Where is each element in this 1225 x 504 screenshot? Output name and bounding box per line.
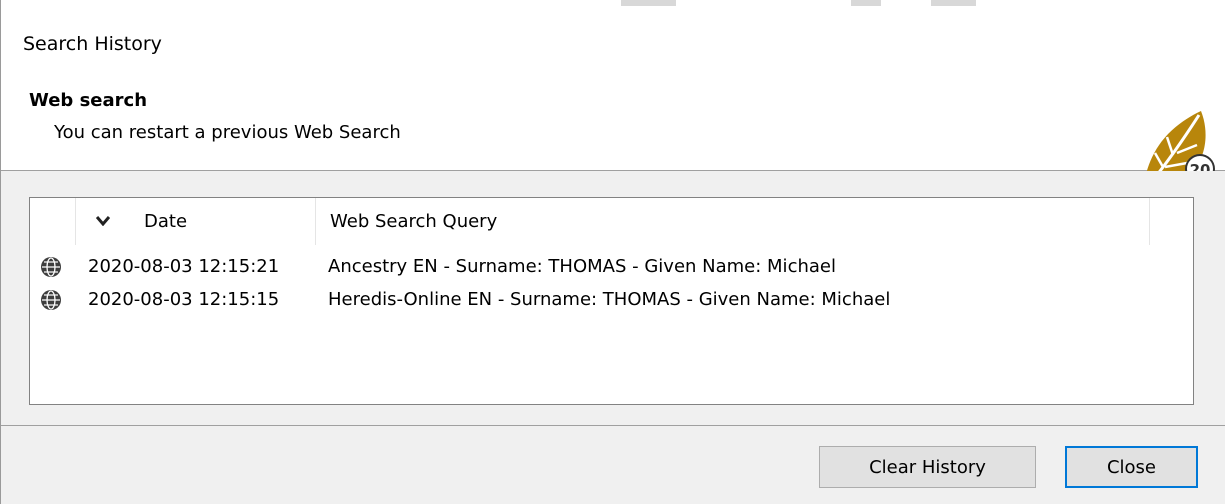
background-window-fragment bbox=[931, 0, 976, 6]
globe-icon bbox=[41, 257, 61, 277]
title-bar: Search History bbox=[1, 0, 1225, 88]
row-date: 2020-08-03 12:15:15 bbox=[88, 289, 280, 310]
row-query: Ancestry EN - Surname: THOMAS - Given Na… bbox=[328, 256, 836, 277]
column-header-icon[interactable] bbox=[30, 198, 76, 245]
header-subtitle: You can restart a previous Web Search bbox=[54, 122, 401, 143]
column-header-date[interactable]: Date bbox=[76, 198, 316, 245]
row-date: 2020-08-03 12:15:21 bbox=[88, 256, 280, 277]
content-panel: Date Web Search Query 2020-08-03 12:15:2… bbox=[1, 171, 1225, 426]
search-history-dialog: Search History Web search You can restar… bbox=[0, 0, 1225, 504]
row-query: Heredis-Online EN - Surname: THOMAS - Gi… bbox=[328, 289, 891, 310]
search-history-list[interactable]: Date Web Search Query 2020-08-03 12:15:2… bbox=[29, 197, 1194, 405]
history-row[interactable]: 2020-08-03 12:15:21 Ancestry EN - Surnam… bbox=[30, 251, 1193, 283]
clear-history-button[interactable]: Clear History bbox=[819, 446, 1036, 488]
column-header-query[interactable]: Web Search Query bbox=[316, 198, 1150, 245]
globe-icon bbox=[41, 290, 61, 310]
dialog-header: Web search You can restart a previous We… bbox=[1, 88, 1225, 189]
close-button[interactable]: Close bbox=[1065, 446, 1198, 488]
dialog-footer: Clear History Close bbox=[1, 426, 1225, 504]
list-header: Date Web Search Query bbox=[30, 198, 1193, 245]
query-column-label: Web Search Query bbox=[330, 211, 498, 232]
header-title: Web search bbox=[29, 90, 148, 111]
chevron-down-icon bbox=[96, 216, 110, 226]
date-column-label: Date bbox=[144, 211, 188, 232]
background-window-fragment bbox=[621, 0, 676, 6]
history-row[interactable]: 2020-08-03 12:15:15 Heredis-Online EN - … bbox=[30, 284, 1193, 316]
window-title: Search History bbox=[23, 33, 162, 55]
background-window-fragment bbox=[851, 0, 881, 6]
